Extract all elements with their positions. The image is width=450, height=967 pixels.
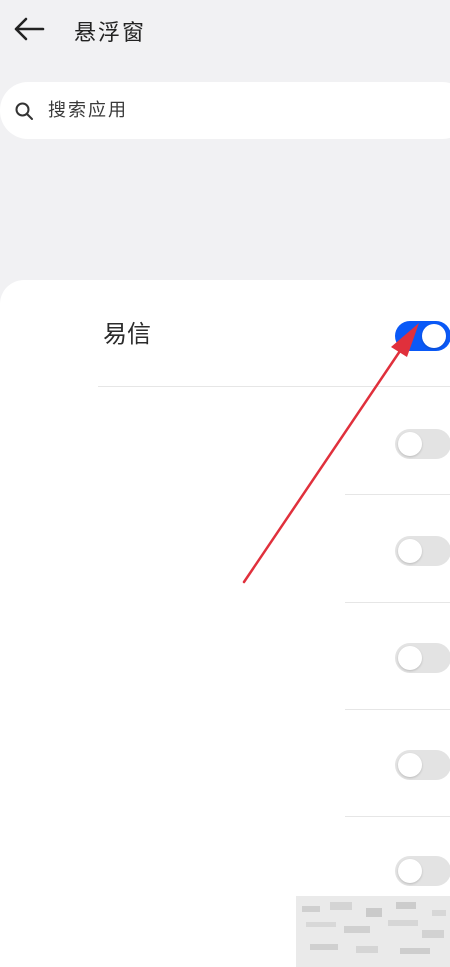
search-input[interactable] (48, 82, 428, 139)
search-icon (15, 102, 33, 120)
page-title: 悬浮窗 (74, 21, 147, 46)
list-item: 易信 (0, 280, 450, 387)
app-list: 易信 (0, 280, 450, 967)
list-item (0, 388, 450, 495)
divider (345, 494, 450, 495)
floating-window-settings-screen: 悬浮窗 易信 (0, 0, 450, 967)
arrow-left-icon (14, 17, 45, 41)
floating-window-toggle[interactable] (395, 536, 450, 566)
floating-window-toggle[interactable] (395, 750, 450, 780)
toggle-knob (422, 324, 446, 348)
toggle-knob (398, 753, 422, 777)
toggle-knob (398, 539, 422, 563)
floating-window-toggle[interactable] (395, 429, 450, 459)
floating-window-toggle[interactable] (395, 321, 450, 351)
toggle-knob (398, 432, 422, 456)
back-button[interactable] (10, 10, 48, 48)
list-item (0, 710, 450, 817)
list-item (0, 496, 450, 603)
floating-window-toggle[interactable] (395, 643, 450, 673)
watermark-pattern (296, 896, 450, 967)
toggle-knob (398, 859, 422, 883)
floating-window-toggle[interactable] (395, 856, 450, 886)
toggle-knob (398, 646, 422, 670)
header: 悬浮窗 (0, 0, 450, 60)
app-name: 易信 (103, 320, 151, 348)
search-bar[interactable] (0, 82, 450, 139)
divider (98, 386, 450, 387)
list-item (0, 603, 450, 710)
